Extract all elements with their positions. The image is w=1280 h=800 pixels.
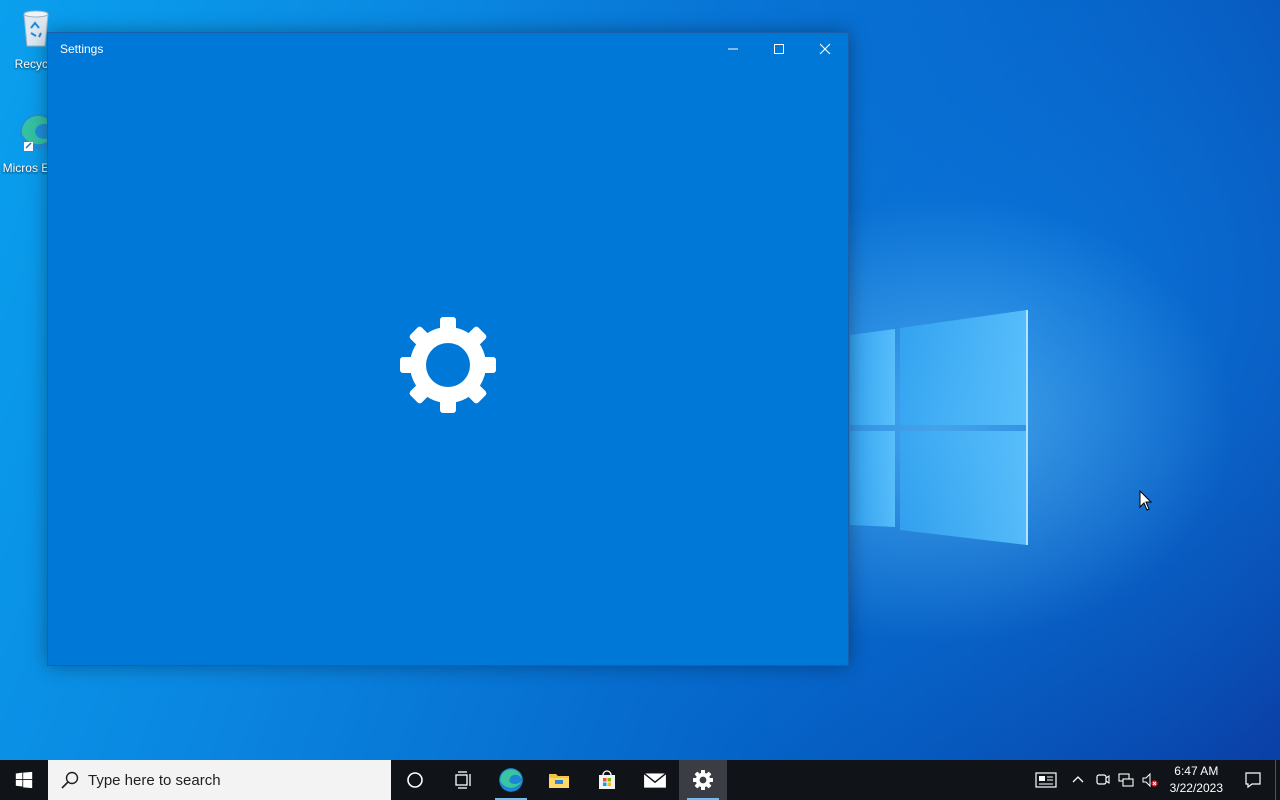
show-hidden-icons-button[interactable] (1066, 760, 1090, 800)
window-titlebar[interactable]: Settings (48, 33, 848, 65)
mouse-cursor-icon (1139, 490, 1153, 511)
task-view-button[interactable] (439, 760, 487, 800)
clock[interactable]: 6:47 AM 3/22/2023 (1162, 763, 1231, 797)
news-button[interactable] (1026, 760, 1066, 800)
windows-wallpaper-logo (850, 310, 1028, 545)
edge-icon (499, 768, 523, 792)
taskbar-edge-button[interactable] (487, 760, 535, 800)
taskbar-mail-button[interactable] (631, 760, 679, 800)
gear-icon (400, 317, 496, 413)
notification-icon (1245, 772, 1261, 789)
mail-icon (643, 772, 667, 788)
start-button[interactable] (0, 760, 48, 800)
minimize-icon (728, 48, 738, 50)
maximize-icon (774, 44, 784, 54)
clock-time: 6:47 AM (1174, 764, 1219, 778)
file-explorer-icon (549, 774, 569, 788)
action-center-button[interactable] (1231, 760, 1275, 800)
windows-start-icon (15, 771, 33, 789)
cortana-icon (407, 772, 423, 788)
network-icon (1118, 773, 1134, 787)
clock-date: 3/22/2023 (1169, 781, 1223, 795)
settings-window[interactable]: Settings (47, 32, 849, 666)
close-button[interactable] (802, 33, 848, 65)
settings-icon (693, 770, 713, 790)
meet-now-icon (1096, 774, 1110, 785)
taskbar-file-explorer-button[interactable] (535, 760, 583, 800)
show-desktop-button[interactable] (1275, 760, 1280, 800)
store-icon (599, 770, 615, 789)
window-title: Settings (60, 42, 104, 56)
meet-now-button[interactable] (1090, 760, 1114, 800)
maximize-button[interactable] (756, 33, 802, 65)
news-icon (1035, 772, 1057, 788)
close-icon (819, 43, 831, 55)
chevron-up-icon (1072, 776, 1084, 783)
taskbar-store-button[interactable] (583, 760, 631, 800)
minimize-button[interactable] (710, 33, 756, 65)
search-icon (61, 771, 79, 789)
task-view-icon (455, 771, 471, 789)
desktop: Recycle Micros Edge Settings (0, 0, 1280, 760)
search-input[interactable] (88, 771, 378, 789)
taskbar: 6:47 AM 3/22/2023 (0, 760, 1280, 800)
volume-muted-icon (1142, 772, 1158, 788)
system-tray: 6:47 AM 3/22/2023 (1026, 760, 1280, 800)
volume-button[interactable] (1138, 760, 1162, 800)
taskbar-settings-button[interactable] (679, 760, 727, 800)
search-box[interactable] (48, 760, 391, 800)
network-button[interactable] (1114, 760, 1138, 800)
cortana-button[interactable] (391, 760, 439, 800)
